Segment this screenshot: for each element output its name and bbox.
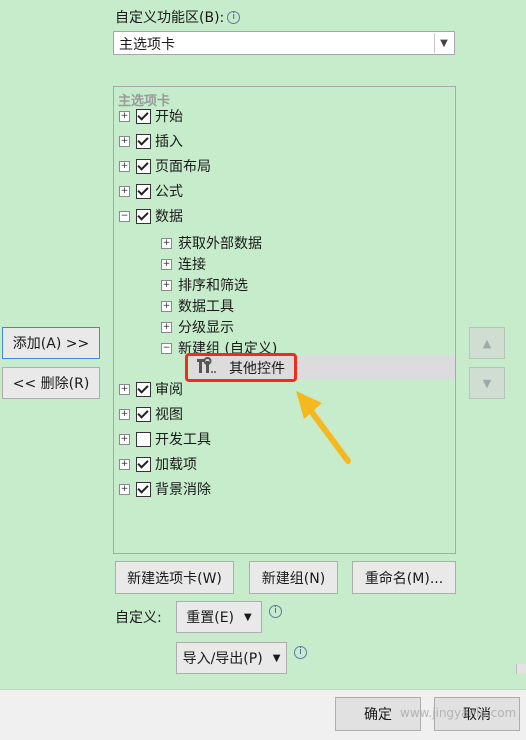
expand-icon[interactable]: + (119, 110, 130, 122)
checkbox-start[interactable] (136, 108, 151, 124)
move-down-button[interactable]: ▼ (469, 367, 505, 399)
chevron-down-icon[interactable]: ▼ (434, 33, 453, 53)
triangle-down-icon: ▼ (482, 376, 492, 390)
tree-item-developer[interactable]: + 开发工具 (119, 428, 211, 450)
tree-item-review[interactable]: + 审阅 (119, 378, 183, 400)
custom-ribbon-select[interactable]: 主选项卡 ▼ (113, 31, 455, 55)
expand-icon[interactable]: + (119, 135, 130, 147)
tree-item-background-removal[interactable]: + 背景消除 (119, 478, 211, 500)
collapse-icon[interactable]: − (119, 210, 130, 222)
tree-item-formulas[interactable]: + 公式 (119, 180, 183, 202)
dropdown-arrow-icon: ▼ (244, 611, 252, 623)
customize-label: 自定义: (115, 610, 162, 626)
expand-icon[interactable]: + (161, 237, 172, 249)
tree-item-data[interactable]: − 数据 (119, 205, 183, 227)
tree-item-data-tools[interactable]: + 数据工具 (161, 295, 234, 317)
checkbox-review[interactable] (136, 381, 151, 397)
expand-icon[interactable]: + (161, 279, 172, 291)
checkbox-background-removal[interactable] (136, 481, 151, 497)
checkbox-view[interactable] (136, 406, 151, 422)
expand-icon[interactable]: + (161, 321, 172, 333)
expand-icon[interactable]: + (119, 458, 130, 470)
tree-item-get-external-data[interactable]: + 获取外部数据 (161, 232, 262, 254)
checkbox-developer[interactable] (136, 431, 151, 447)
add-button[interactable]: 添加(A) >> (2, 327, 100, 359)
info-icon: i (227, 11, 241, 24)
info-icon: i (269, 605, 282, 618)
expand-icon[interactable]: + (119, 383, 130, 395)
tree-item-view[interactable]: + 视图 (119, 403, 183, 425)
expand-icon[interactable]: + (119, 185, 130, 197)
remove-button[interactable]: << 删除(R) (2, 367, 100, 399)
new-group-button[interactable]: 新建组(N) (249, 561, 338, 594)
move-up-button[interactable]: ▲ (469, 327, 505, 359)
expand-icon[interactable]: + (119, 483, 130, 495)
custom-ribbon-select-value: 主选项卡 (119, 37, 175, 53)
tree-item-addins[interactable]: + 加载项 (119, 453, 197, 475)
custom-ribbon-label: 自定义功能区(B): i (115, 7, 241, 27)
tree-item-insert[interactable]: + 插入 (119, 130, 183, 152)
checkbox-data[interactable] (136, 208, 151, 224)
dropdown-arrow-icon: ▼ (272, 652, 281, 664)
expand-icon[interactable]: + (119, 408, 130, 420)
checkbox-addins[interactable] (136, 456, 151, 472)
import-export-dropdown-button[interactable]: 导入/导出(P) ▼ (176, 642, 287, 674)
arrow-annotation-icon (296, 391, 351, 464)
tree-item-sort-filter[interactable]: + 排序和筛选 (161, 274, 248, 296)
new-tab-button[interactable]: 新建选项卡(W) (115, 561, 234, 594)
rename-button[interactable]: 重命名(M)... (352, 561, 456, 594)
checkbox-formulas[interactable] (136, 183, 151, 199)
scrollbar-corner (516, 664, 526, 674)
tree-item-connections[interactable]: + 连接 (161, 253, 206, 275)
expand-icon[interactable]: + (119, 433, 130, 445)
collapse-icon[interactable]: − (161, 342, 172, 354)
red-highlight-box (185, 353, 297, 382)
expand-icon[interactable]: + (161, 258, 172, 270)
watermark: www.jingyanla.com (400, 706, 517, 720)
info-icon: i (294, 646, 307, 659)
reset-dropdown-button[interactable]: 重置(E) ▼ (176, 601, 262, 633)
checkbox-page-layout[interactable] (136, 158, 151, 174)
checkbox-insert[interactable] (136, 133, 151, 149)
triangle-up-icon: ▲ (482, 336, 492, 350)
tree-item-start[interactable]: + 开始 (119, 105, 183, 127)
tree-item-outline[interactable]: + 分级显示 (161, 316, 234, 338)
expand-icon[interactable]: + (119, 160, 130, 172)
tree-item-page-layout[interactable]: + 页面布局 (119, 155, 211, 177)
expand-icon[interactable]: + (161, 300, 172, 312)
